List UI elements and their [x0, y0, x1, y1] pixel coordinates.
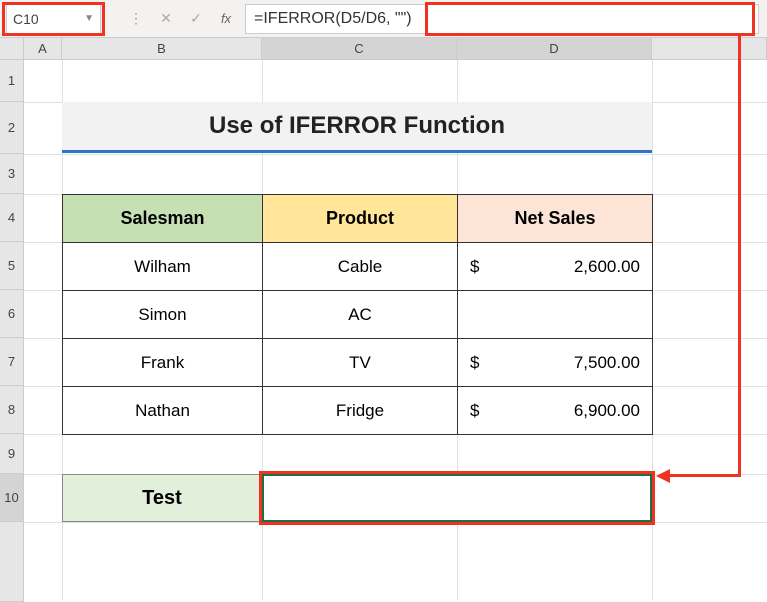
cell-salesman[interactable]: Frank: [63, 339, 263, 387]
col-header[interactable]: A: [24, 38, 62, 60]
grid[interactable]: Use of IFERROR Function Salesman Product…: [24, 60, 767, 586]
name-box-dropdown-icon[interactable]: ▼: [84, 13, 94, 24]
annotation-arrow-vertical: [738, 36, 741, 476]
cell-salesman[interactable]: Simon: [63, 291, 263, 339]
col-headers: ABCD: [24, 38, 767, 60]
test-label-cell[interactable]: Test: [62, 474, 262, 522]
cell-netsales[interactable]: [458, 291, 653, 339]
row-header[interactable]: 1: [0, 60, 24, 102]
row-header[interactable]: 5: [0, 242, 24, 290]
col-header[interactable]: C: [262, 38, 457, 60]
cell-product[interactable]: AC: [263, 291, 458, 339]
cell-product[interactable]: Cable: [263, 243, 458, 291]
col-header[interactable]: D: [457, 38, 652, 60]
row-header[interactable]: 3: [0, 154, 24, 194]
cell-product[interactable]: TV: [263, 339, 458, 387]
col-header[interactable]: B: [62, 38, 262, 60]
row-header[interactable]: 6: [0, 290, 24, 338]
cell-netsales[interactable]: $6,900.00: [458, 387, 653, 435]
row-headers: 12345678910: [0, 60, 24, 602]
name-box[interactable]: C10 ▼: [6, 4, 101, 34]
table-row: Nathan Fridge $6,900.00: [63, 387, 653, 435]
active-cell[interactable]: [262, 474, 652, 522]
title-underline: [62, 150, 652, 153]
cell-salesman[interactable]: Wilham: [63, 243, 263, 291]
cancel-icon[interactable]: ✕: [151, 4, 181, 34]
formula-bar: C10 ▼ ⋮ ✕ ✓ fx =IFERROR(D5/D6, ""): [0, 0, 767, 38]
table-row: Frank TV $7,500.00: [63, 339, 653, 387]
name-box-value: C10: [13, 11, 39, 27]
table-header-row: Salesman Product Net Sales: [63, 195, 653, 243]
page-title: Use of IFERROR Function: [62, 102, 652, 150]
row-header[interactable]: 9: [0, 434, 24, 474]
row-header[interactable]: 10: [0, 474, 24, 522]
cell-netsales[interactable]: $2,600.00: [458, 243, 653, 291]
select-all-corner[interactable]: [0, 38, 24, 60]
annotation-arrow-horizontal: [668, 474, 741, 477]
header-netsales: Net Sales: [458, 195, 653, 243]
row-header[interactable]: 2: [0, 102, 24, 154]
fb-sep-icon: ⋮: [121, 4, 151, 34]
header-salesman: Salesman: [63, 195, 263, 243]
header-product: Product: [263, 195, 458, 243]
formula-text: =IFERROR(D5/D6, ""): [254, 10, 412, 28]
cell-netsales[interactable]: $7,500.00: [458, 339, 653, 387]
formula-input[interactable]: =IFERROR(D5/D6, ""): [245, 4, 759, 34]
row-header[interactable]: 8: [0, 386, 24, 434]
row-header[interactable]: 4: [0, 194, 24, 242]
sheet-area: 12345678910 ABCD Use of IFERROR Function…: [0, 38, 767, 586]
row-header[interactable]: 7: [0, 338, 24, 386]
cell-product[interactable]: Fridge: [263, 387, 458, 435]
table-row: Wilham Cable $2,600.00: [63, 243, 653, 291]
cell-salesman[interactable]: Nathan: [63, 387, 263, 435]
annotation-arrow-head-icon: [656, 469, 670, 483]
data-table: Salesman Product Net Sales Wilham Cable …: [62, 194, 653, 435]
fx-icon[interactable]: fx: [211, 4, 241, 34]
table-row: Simon AC: [63, 291, 653, 339]
confirm-icon[interactable]: ✓: [181, 4, 211, 34]
